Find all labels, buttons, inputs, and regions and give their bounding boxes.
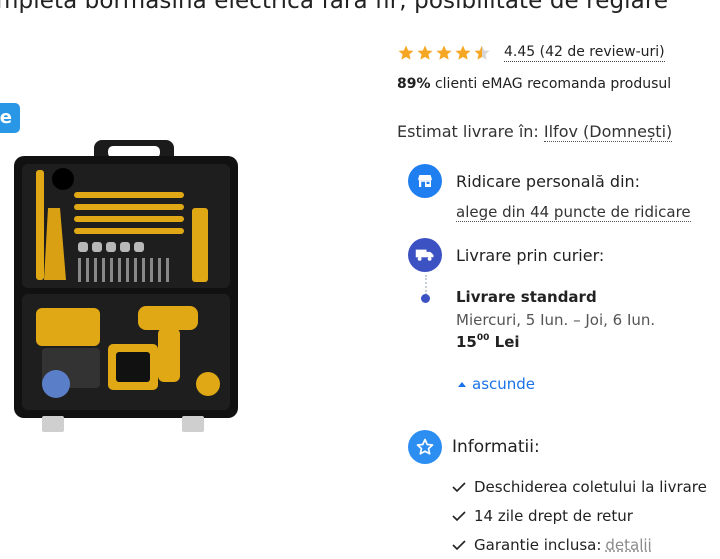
- location-link[interactable]: Ilfov (Domnești): [543, 122, 673, 142]
- star-icon: [436, 45, 452, 60]
- store-icon: [408, 164, 442, 198]
- hide-details-link[interactable]: ascunde: [458, 375, 535, 393]
- rating: 4.45 (42 de review-uri): [397, 44, 665, 62]
- delivery-price: 1500 Lei: [456, 333, 520, 351]
- details-link[interactable]: detalii: [605, 536, 651, 554]
- star-icon: [417, 45, 433, 60]
- caret-up-icon: [458, 381, 466, 387]
- info-list: Deschiderea coletului la livrare 14 zile…: [452, 472, 707, 559]
- standard-delivery-title: Livrare standard: [456, 288, 597, 306]
- star-icon: [455, 45, 471, 60]
- check-icon: [452, 539, 466, 550]
- timeline-dot: [421, 294, 430, 303]
- pickup-title: Ridicare personală din:: [456, 172, 641, 191]
- info-title: Informatii:: [452, 437, 540, 457]
- product-badge: e: [0, 103, 20, 133]
- list-item: Garantie inclusa: detalii: [452, 530, 707, 559]
- recommend-label: clienti eMAG recomanda produsul: [434, 76, 672, 92]
- list-item: Deschiderea coletului la livrare: [452, 472, 707, 501]
- estimate-label: Estimat livrare în:: [397, 122, 539, 141]
- recommend-percent: 89%: [397, 76, 431, 92]
- product-image[interactable]: [8, 134, 240, 438]
- info-item-text: 14 zile drept de retur: [474, 506, 633, 525]
- delivery-date-range: Miercuri, 5 Iun. – Joi, 6 Iun.: [456, 311, 656, 329]
- price-decimals: 00: [476, 333, 490, 343]
- product-title: mpleta bormasina electrica fara fir, pos…: [0, 0, 669, 14]
- star-icon: [398, 45, 414, 60]
- star-rating: [397, 44, 492, 62]
- delivery-estimate: Estimat livrare în: Ilfov (Domnești): [397, 122, 673, 142]
- price-main: 15: [456, 333, 477, 351]
- info-item-text: Garantie inclusa:: [474, 535, 602, 554]
- star-outline-icon: [408, 430, 442, 464]
- pickup-points-link[interactable]: alege din 44 puncte de ridicare: [456, 203, 691, 222]
- check-icon: [452, 510, 466, 521]
- hide-label: ascunde: [472, 375, 536, 393]
- info-item-text: Deschiderea coletului la livrare: [474, 477, 707, 496]
- courier-title: Livrare prin curier:: [456, 246, 605, 265]
- timeline-divider: [425, 275, 429, 295]
- list-item: 14 zile drept de retur: [452, 501, 707, 530]
- reviews-link[interactable]: 4.45 (42 de review-uri): [504, 44, 665, 62]
- truck-icon: [408, 238, 442, 272]
- check-icon: [452, 481, 466, 492]
- price-currency: Lei: [494, 333, 520, 351]
- star-half-icon: [474, 45, 490, 60]
- recommend-text: 89% clienti eMAG recomanda produsul: [397, 76, 671, 92]
